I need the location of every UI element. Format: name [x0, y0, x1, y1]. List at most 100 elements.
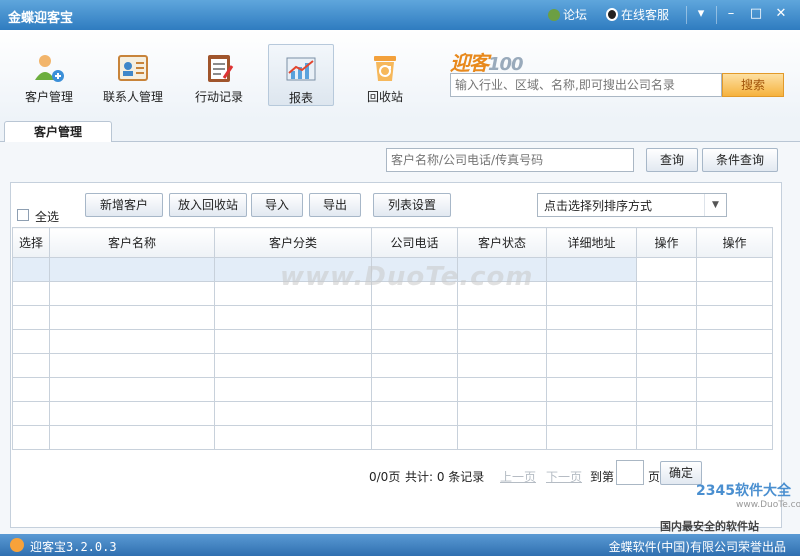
yingke100-logo: 迎客100 — [450, 47, 524, 76]
chart-icon — [286, 57, 316, 81]
toolbar-activity-label: 行动记录 — [194, 90, 243, 104]
company-directory-search-input[interactable] — [450, 73, 722, 97]
table-cell — [696, 281, 773, 306]
table-cell — [12, 353, 50, 378]
minimize-button[interactable]: – — [720, 5, 742, 24]
toolbar-reports[interactable]: 报表 — [268, 44, 334, 106]
table-cell — [636, 353, 697, 378]
table-cell — [49, 401, 215, 426]
goto-page-label: 到第 — [590, 470, 615, 484]
table-cell — [12, 377, 50, 402]
column-header-company-phone[interactable]: 公司电话 — [371, 227, 458, 258]
user-icon — [548, 8, 560, 21]
table-row[interactable] — [12, 305, 773, 330]
table-row[interactable] — [12, 425, 773, 450]
table-cell — [49, 281, 215, 306]
table-cell — [636, 329, 697, 354]
duote-watermark: www.DuoTe.com — [280, 262, 534, 292]
column-header-select[interactable]: 选择 — [12, 227, 50, 258]
table-cell — [546, 257, 637, 282]
toolbar-contacts[interactable]: 联系人管理 — [100, 44, 166, 106]
import-button[interactable]: 导入 — [251, 193, 303, 217]
table-cell — [696, 305, 773, 330]
table-cell — [546, 401, 637, 426]
column-header-action[interactable]: 操作 — [636, 227, 697, 258]
toolbar-recycle-bin[interactable]: 回收站 — [352, 44, 418, 106]
table-cell — [636, 257, 697, 282]
online-service-link[interactable]: 在线客服 — [606, 6, 669, 23]
table-row[interactable] — [12, 329, 773, 354]
toolbar-recycle-bin-label: 回收站 — [366, 90, 403, 104]
table-cell — [696, 257, 773, 282]
table-cell — [696, 401, 773, 426]
table-cell — [457, 377, 547, 402]
window-title: 金蝶迎客宝 — [8, 11, 74, 26]
add-customer-button[interactable]: 新增客户 — [85, 193, 163, 217]
list-settings-button[interactable]: 列表设置 — [373, 193, 451, 217]
table-cell — [371, 305, 458, 330]
table-row[interactable] — [12, 377, 773, 402]
table-cell — [636, 425, 697, 450]
company-search-button[interactable]: 搜索 — [722, 73, 784, 97]
stamp-slogan: 国内最安全的软件站 — [660, 520, 759, 533]
clipboard-icon — [208, 55, 234, 82]
move-to-recycle-button[interactable]: 放入回收站 — [169, 193, 247, 217]
customer-query-input[interactable] — [386, 148, 634, 172]
select-all-checkbox[interactable] — [17, 209, 29, 221]
table-cell — [457, 305, 547, 330]
customers-icon — [35, 55, 64, 82]
table-cell — [636, 401, 697, 426]
toolbar-customers-label: 客户管理 — [24, 90, 73, 104]
prev-page-link[interactable]: 上一页 — [500, 468, 536, 485]
tab-customer-management[interactable]: 客户管理 — [4, 121, 112, 143]
table-cell — [546, 425, 637, 450]
sort-column-select[interactable]: 点击选择列排序方式 ▼ — [537, 193, 727, 217]
table-cell — [12, 257, 50, 282]
menu-dropdown-button[interactable]: ▾ — [690, 5, 712, 24]
forum-link[interactable]: 论坛 — [548, 6, 587, 23]
table-cell — [12, 329, 50, 354]
column-header-address[interactable]: 详细地址 — [546, 227, 637, 258]
export-button[interactable]: 导出 — [309, 193, 361, 217]
record-total: 共计: 0 条记录 — [405, 470, 485, 484]
toolbar-activity[interactable]: 行动记录 — [186, 44, 252, 106]
table-cell — [457, 401, 547, 426]
next-page-link[interactable]: 下一页 — [546, 468, 582, 485]
logo-number: 100 — [488, 54, 524, 75]
table-cell — [371, 353, 458, 378]
advanced-query-button[interactable]: 条件查询 — [702, 148, 778, 172]
qq-penguin-icon — [606, 8, 618, 21]
table-cell — [214, 353, 372, 378]
close-button[interactable]: ✕ — [770, 5, 792, 24]
table-cell — [546, 353, 637, 378]
maximize-button[interactable]: □ — [745, 5, 767, 24]
column-header-action[interactable]: 操作 — [696, 227, 773, 258]
table-cell — [49, 305, 215, 330]
toolbar-contacts-label: 联系人管理 — [102, 90, 163, 104]
table-cell — [696, 425, 773, 450]
column-header-customer-status[interactable]: 客户状态 — [457, 227, 547, 258]
online-service-label: 在线客服 — [621, 8, 670, 22]
table-cell — [636, 377, 697, 402]
logo-text: 迎客 — [450, 51, 489, 75]
table-cell — [12, 425, 50, 450]
column-header-customer-name[interactable]: 客户名称 — [49, 227, 215, 258]
toolbar-reports-label: 报表 — [288, 91, 313, 105]
table-cell — [546, 329, 637, 354]
table-cell — [546, 305, 637, 330]
table-cell — [696, 377, 773, 402]
table-row[interactable] — [12, 353, 773, 378]
table-cell — [49, 329, 215, 354]
status-bar: 迎客宝3.2.0.3 金蝶软件(中国)有限公司荣誉出品 — [0, 534, 800, 556]
table-cell — [12, 305, 50, 330]
toolbar-customers[interactable]: 客户管理 — [16, 44, 82, 106]
table-row[interactable] — [12, 401, 773, 426]
query-button[interactable]: 查询 — [646, 148, 698, 172]
table-cell — [12, 401, 50, 426]
page-number-input[interactable] — [616, 460, 644, 485]
app-icon — [10, 538, 24, 552]
page-info: 0/0页 — [369, 470, 401, 484]
column-header-customer-category[interactable]: 客户分类 — [214, 227, 372, 258]
table-cell — [457, 425, 547, 450]
table-cell — [696, 353, 773, 378]
